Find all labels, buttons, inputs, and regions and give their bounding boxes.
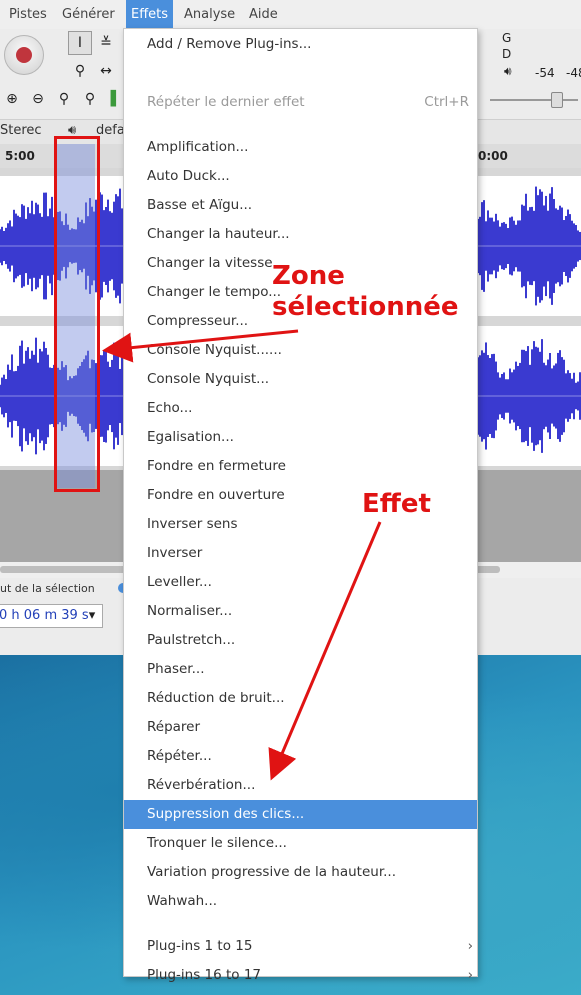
menu-item[interactable]: Fondre en fermeture bbox=[124, 452, 477, 481]
menu-item-label: Répéter le dernier effet bbox=[147, 94, 305, 110]
meter-label-g: G bbox=[502, 31, 512, 45]
menu-item-label: Plug-ins 16 to 17 bbox=[147, 967, 262, 983]
menu-item-label: Console Nyquist... bbox=[147, 371, 270, 387]
meter-db-54: -54 bbox=[535, 66, 555, 80]
menu-item[interactable]: Echo... bbox=[124, 394, 477, 423]
menu-item-label: Réduction de bruit... bbox=[147, 690, 285, 706]
menu-item[interactable]: Variation progressive de la hauteur... bbox=[124, 858, 477, 887]
selection-start-time-field[interactable]: 0 h 06 m 39 s▾ bbox=[0, 604, 103, 628]
menu-item[interactable]: Réduction de bruit... bbox=[124, 684, 477, 713]
menu-item-label: Variation progressive de la hauteur... bbox=[147, 864, 397, 880]
menu-item-label: Fondre en ouverture bbox=[147, 487, 285, 503]
menu-item[interactable]: Basse et Aïgu... bbox=[124, 191, 477, 220]
ruler-label-left: 5:00 bbox=[5, 149, 35, 163]
meter-db-48: -48 bbox=[566, 66, 581, 80]
menu-item-label: Suppression des clics... bbox=[147, 806, 305, 822]
envelope-tool-icon[interactable]: ≚ bbox=[94, 31, 118, 55]
menu-item-label: Wahwah... bbox=[147, 893, 218, 909]
track-channel-label[interactable]: Sterec bbox=[0, 123, 42, 138]
menu-aide[interactable]: Aide bbox=[244, 0, 283, 29]
menu-item-label: Inverser sens bbox=[147, 516, 238, 532]
menu-item[interactable]: Paulstretch... bbox=[124, 626, 477, 655]
selection-start-label: ut de la sélection bbox=[0, 582, 95, 595]
zoom-out-icon[interactable]: ⊖ bbox=[26, 87, 50, 111]
menu-generer[interactable]: Générer bbox=[57, 0, 120, 29]
annotation-zone-line2: sélectionnée bbox=[272, 292, 459, 322]
menu-item[interactable]: Console Nyquist...... bbox=[124, 336, 477, 365]
menu-item[interactable]: Console Nyquist... bbox=[124, 365, 477, 394]
menu-pistes[interactable]: Pistes bbox=[4, 0, 52, 29]
record-button[interactable] bbox=[4, 35, 44, 75]
annotation-selection-box bbox=[54, 136, 100, 492]
menu-item-label: Auto Duck... bbox=[147, 168, 230, 184]
menu-item-label: Répéter... bbox=[147, 748, 212, 764]
menu-item-label: Changer la hauteur... bbox=[147, 226, 290, 242]
fit-selection-icon[interactable]: ⚲ bbox=[52, 87, 76, 111]
menu-bar: Pistes Générer Effets Analyse Aide bbox=[0, 0, 581, 30]
timeshift-tool-icon[interactable]: ↔ bbox=[94, 59, 118, 83]
zoom-in-icon[interactable]: ⊕ bbox=[0, 87, 24, 111]
menu-item-label: Inverser bbox=[147, 545, 203, 561]
menu-item[interactable]: Réverbération... bbox=[124, 771, 477, 800]
device-label[interactable]: defa bbox=[96, 123, 125, 138]
menu-item-label: Normaliser... bbox=[147, 603, 233, 619]
menu-item[interactable]: Plug-ins 16 to 17 › bbox=[124, 961, 477, 990]
menu-item-label: Phaser... bbox=[147, 661, 205, 677]
playback-speed-slider[interactable] bbox=[490, 99, 578, 101]
menu-item-label: Add / Remove Plug-ins... bbox=[147, 36, 312, 52]
annotation-zone-line1: Zone bbox=[272, 261, 345, 291]
menu-item-label: Paulstretch... bbox=[147, 632, 236, 648]
menu-effets[interactable]: Effets bbox=[126, 0, 174, 29]
menu-item-label: Amplification... bbox=[147, 139, 249, 155]
menu-item-label: Réparer bbox=[147, 719, 201, 735]
menu-item: Répéter le dernier effet Ctrl+R bbox=[124, 88, 477, 117]
menu-item[interactable]: Normaliser... bbox=[124, 597, 477, 626]
menu-item[interactable]: Leveller... bbox=[124, 568, 477, 597]
menu-item[interactable]: Changer la hauteur... bbox=[124, 220, 477, 249]
menu-item[interactable]: Auto Duck... bbox=[124, 162, 477, 191]
menu-item[interactable]: Add / Remove Plug-ins... bbox=[124, 30, 477, 59]
menu-item-label: Réverbération... bbox=[147, 777, 256, 793]
menu-item[interactable]: Plug-ins 1 to 15 › bbox=[124, 932, 477, 961]
menu-item-label: Egalisation... bbox=[147, 429, 234, 445]
zoom-tool-icon[interactable]: ⚲ bbox=[68, 59, 92, 83]
menu-item-label: Echo... bbox=[147, 400, 193, 416]
menu-item-label: Changer la vitesse... bbox=[147, 255, 286, 271]
menu-item[interactable]: Egalisation... bbox=[124, 423, 477, 452]
menu-item[interactable]: Tronquer le silence... bbox=[124, 829, 477, 858]
menu-item-label: Tronquer le silence... bbox=[147, 835, 287, 851]
fit-project-icon[interactable]: ⚲ bbox=[78, 87, 102, 111]
menu-analyse[interactable]: Analyse bbox=[179, 0, 240, 29]
meter-label-d: D bbox=[502, 47, 512, 61]
menu-item[interactable]: Inverser bbox=[124, 539, 477, 568]
menu-item-label: Console Nyquist...... bbox=[147, 342, 282, 358]
slider-thumb[interactable] bbox=[551, 92, 563, 108]
time-value: 0 h 06 m 39 s bbox=[0, 608, 89, 623]
menu-item[interactable]: Phaser... bbox=[124, 655, 477, 684]
menu-item-label: Leveller... bbox=[147, 574, 212, 590]
menu-item[interactable]: Wahwah... bbox=[124, 887, 477, 916]
menu-item-shortcut: Ctrl+R bbox=[424, 94, 469, 110]
ruler-label-right: 0:00 bbox=[478, 149, 508, 163]
speaker-icon: 🔊︎ bbox=[504, 64, 512, 78]
menu-item-label: Changer le tempo... bbox=[147, 284, 282, 300]
submenu-arrow-icon: › bbox=[467, 967, 473, 983]
menu-item-label: Plug-ins 1 to 15 bbox=[147, 938, 253, 954]
menu-item[interactable]: Amplification... bbox=[124, 133, 477, 162]
menu-item-label: Fondre en fermeture bbox=[147, 458, 286, 474]
menu-item-label: Basse et Aïgu... bbox=[147, 197, 253, 213]
menu-item-label: Compresseur... bbox=[147, 313, 249, 329]
menu-item[interactable]: Suppression des clics... bbox=[124, 800, 477, 829]
selection-tool-icon[interactable]: I bbox=[68, 31, 92, 55]
submenu-arrow-icon: › bbox=[467, 938, 473, 954]
menu-item[interactable]: Répéter... bbox=[124, 742, 477, 771]
annotation-effet: Effet bbox=[362, 489, 431, 519]
menu-item[interactable]: Réparer bbox=[124, 713, 477, 742]
